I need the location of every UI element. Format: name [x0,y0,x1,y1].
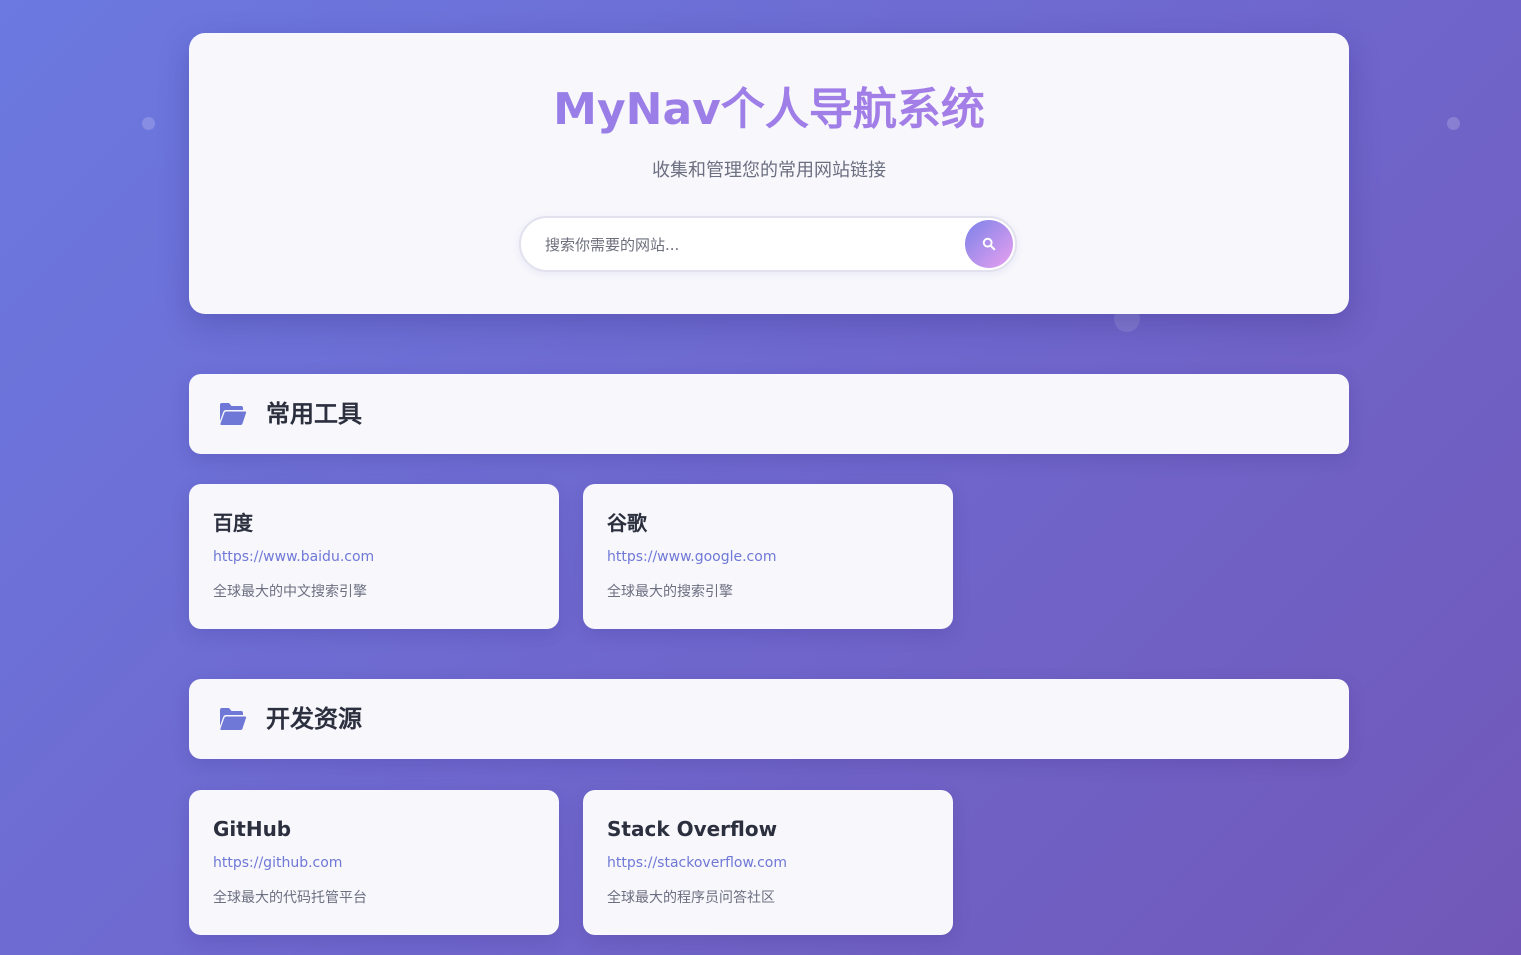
link-card-description: 全球最大的中文搜索引擎 [213,584,367,600]
section-header-common-tools: 常用工具 [189,374,1349,454]
link-card-url[interactable]: https://stackoverflow.com [607,853,787,873]
hero-header: MyNav个人导航系统 收集和管理您的常用网站链接 [189,33,1349,314]
decorative-dot [142,117,155,130]
link-card-description: 全球最大的程序员问答社区 [607,890,775,906]
link-card-title: 谷歌 [607,511,647,535]
search-button[interactable] [965,220,1013,268]
link-card-description: 全球最大的代码托管平台 [213,890,367,906]
decorative-dot [1447,117,1460,130]
link-card-url[interactable]: https://github.com [213,853,342,873]
link-card-description: 全球最大的搜索引擎 [607,584,733,600]
link-card-title: GitHub [213,817,292,841]
link-card-title: Stack Overflow [607,817,778,841]
link-card-url[interactable]: https://www.baidu.com [213,547,374,567]
search-input[interactable] [543,230,947,260]
search-bar [519,216,1017,272]
folder-open-icon [220,708,247,730]
link-card-google[interactable]: 谷歌 https://www.google.com 全球最大的搜索引擎 [583,484,953,629]
section-title: 常用工具 [266,400,362,428]
link-card-github[interactable]: GitHub https://github.com 全球最大的代码托管平台 [189,790,559,935]
folder-open-icon [220,403,247,425]
section-title: 开发资源 [266,705,362,733]
link-card-stackoverflow[interactable]: Stack Overflow https://stackoverflow.com… [583,790,953,935]
search-icon [982,237,996,251]
link-card-title: 百度 [213,511,253,535]
section-header-dev-resources: 开发资源 [189,679,1349,759]
link-card-url[interactable]: https://www.google.com [607,547,776,567]
page-subtitle: 收集和管理您的常用网站链接 [652,160,886,181]
link-card-baidu[interactable]: 百度 https://www.baidu.com 全球最大的中文搜索引擎 [189,484,559,629]
page-title: MyNav个人导航系统 [189,83,1349,137]
